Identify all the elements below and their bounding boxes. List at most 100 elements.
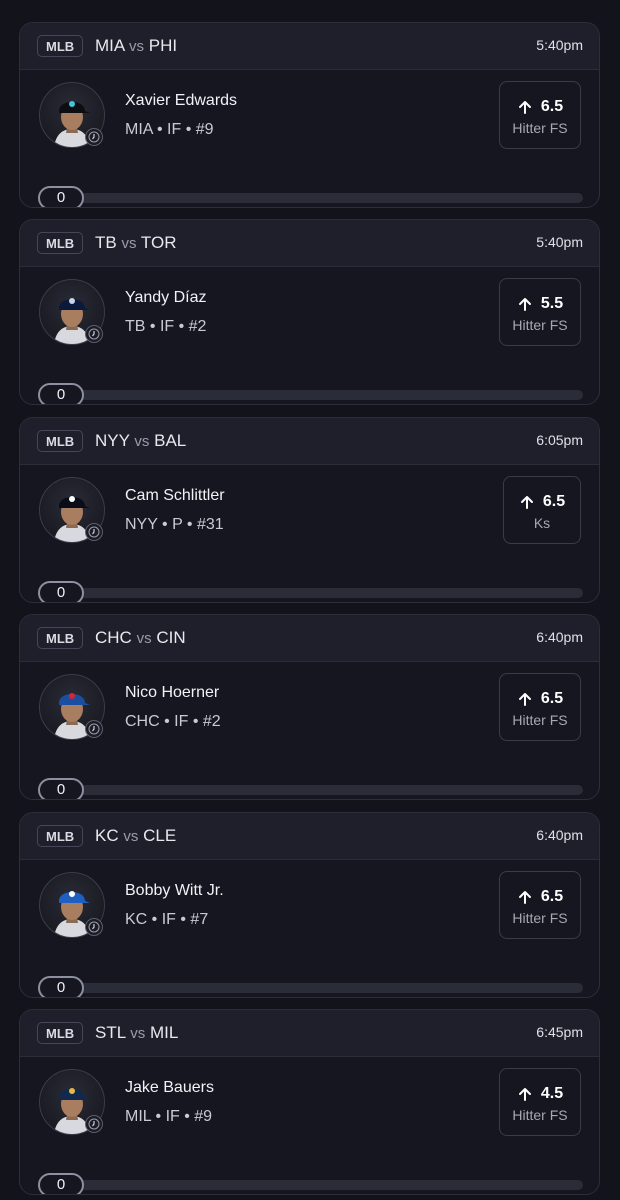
player-name: Yandy Díaz bbox=[125, 289, 207, 306]
clock-icon bbox=[85, 325, 103, 343]
progress-track bbox=[58, 785, 583, 795]
game-time: 5:40pm bbox=[536, 37, 583, 53]
projection-button[interactable]: 5.5 Hitter FS bbox=[499, 278, 581, 346]
projection-button[interactable]: 6.5 Ks bbox=[503, 476, 581, 544]
league-badge: MLB bbox=[37, 1022, 84, 1044]
arrow-up-icon bbox=[518, 101, 531, 114]
league-badge: MLB bbox=[37, 430, 84, 452]
game-card[interactable]: MLB MIA vs PHI 5:40pm Xavier Edwards MIA… bbox=[19, 22, 600, 208]
game-header: MLB NYY vs BAL 6:05pm bbox=[20, 418, 599, 465]
projection-button[interactable]: 6.5 Hitter FS bbox=[499, 673, 581, 741]
progress-row: 0 bbox=[38, 383, 583, 404]
progress-track bbox=[58, 390, 583, 400]
arrow-up-icon bbox=[518, 298, 531, 311]
away-team: MIA bbox=[95, 36, 125, 55]
projection-value: 6.5 bbox=[540, 888, 564, 905]
home-team: BAL bbox=[154, 431, 187, 450]
home-team: CLE bbox=[143, 826, 177, 845]
progress-count: 0 bbox=[38, 778, 84, 799]
clock-icon bbox=[85, 523, 103, 541]
home-team: CIN bbox=[156, 628, 186, 647]
clock-icon bbox=[85, 128, 103, 146]
matchup: CHC vs CIN bbox=[95, 628, 186, 649]
game-card[interactable]: MLB CHC vs CIN 6:40pm Nico Hoerner CHC •… bbox=[19, 614, 600, 800]
progress-count: 0 bbox=[38, 976, 84, 997]
projection-stat: Hitter FS bbox=[512, 120, 568, 136]
projection-button[interactable]: 6.5 Hitter FS bbox=[499, 81, 581, 149]
arrow-up-icon bbox=[518, 1088, 531, 1101]
progress-track bbox=[58, 193, 583, 203]
arrow-up-icon bbox=[518, 891, 531, 904]
game-card[interactable]: MLB KC vs CLE 6:40pm Bobby Witt Jr. KC •… bbox=[19, 812, 600, 998]
clock-icon bbox=[85, 1115, 103, 1133]
league-badge: MLB bbox=[37, 825, 84, 847]
progress-track bbox=[58, 983, 583, 993]
vs-label: vs bbox=[130, 1025, 146, 1042]
game-time: 5:40pm bbox=[536, 234, 583, 250]
matchup: MIA vs PHI bbox=[95, 36, 177, 57]
clock-icon bbox=[85, 720, 103, 738]
player-meta: MIA • IF • #9 bbox=[125, 121, 214, 138]
player-name: Jake Bauers bbox=[125, 1079, 214, 1096]
away-team: NYY bbox=[95, 431, 130, 450]
away-team: TB bbox=[95, 233, 117, 252]
player-meta: TB • IF • #2 bbox=[125, 318, 207, 335]
player-row: Nico Hoerner CHC • IF • #2 6.5 Hitter FS… bbox=[20, 661, 599, 799]
away-team: CHC bbox=[95, 628, 132, 647]
arrow-up-icon bbox=[518, 693, 531, 706]
game-header: MLB CHC vs CIN 6:40pm bbox=[20, 615, 599, 662]
progress-row: 0 bbox=[38, 976, 583, 997]
progress-row: 0 bbox=[38, 186, 583, 207]
matchup: KC vs CLE bbox=[95, 826, 176, 847]
league-badge: MLB bbox=[37, 35, 84, 57]
projection-value: 6.5 bbox=[540, 98, 564, 115]
progress-track bbox=[58, 1180, 583, 1190]
matchup: TB vs TOR bbox=[95, 233, 176, 254]
player-name: Xavier Edwards bbox=[125, 92, 238, 109]
player-meta: CHC • IF • #2 bbox=[125, 713, 221, 730]
player-row: Cam Schlittler NYY • P • #31 6.5 Ks 0 bbox=[20, 464, 599, 602]
vs-label: vs bbox=[134, 433, 150, 450]
matchup: STL vs MIL bbox=[95, 1023, 178, 1044]
home-team: MIL bbox=[150, 1023, 179, 1042]
projection-stat: Hitter FS bbox=[512, 1107, 568, 1123]
player-row: Xavier Edwards MIA • IF • #9 6.5 Hitter … bbox=[20, 69, 599, 207]
home-team: TOR bbox=[140, 233, 177, 252]
matchup: NYY vs BAL bbox=[95, 431, 186, 452]
projection-button[interactable]: 4.5 Hitter FS bbox=[499, 1068, 581, 1136]
game-card[interactable]: MLB STL vs MIL 6:45pm Jake Bauers MIL • … bbox=[19, 1009, 600, 1195]
game-header: MLB TB vs TOR 5:40pm bbox=[20, 220, 599, 267]
vs-label: vs bbox=[123, 828, 139, 845]
arrow-up-icon bbox=[520, 496, 533, 509]
projection-value: 6.5 bbox=[540, 690, 564, 707]
game-card[interactable]: MLB TB vs TOR 5:40pm Yandy Díaz TB • IF … bbox=[19, 219, 600, 405]
player-row: Jake Bauers MIL • IF • #9 4.5 Hitter FS … bbox=[20, 1056, 599, 1194]
league-badge: MLB bbox=[37, 232, 84, 254]
projection-value: 4.5 bbox=[540, 1085, 564, 1102]
game-time: 6:40pm bbox=[536, 629, 583, 645]
projection-button[interactable]: 6.5 Hitter FS bbox=[499, 871, 581, 939]
game-time: 6:05pm bbox=[536, 432, 583, 448]
progress-track bbox=[58, 588, 583, 598]
progress-row: 0 bbox=[38, 581, 583, 602]
home-team: PHI bbox=[148, 36, 178, 55]
game-card[interactable]: MLB NYY vs BAL 6:05pm Cam Schlittler NYY… bbox=[19, 417, 600, 603]
vs-label: vs bbox=[136, 630, 152, 647]
player-name: Nico Hoerner bbox=[125, 684, 220, 701]
progress-count: 0 bbox=[38, 581, 84, 602]
player-row: Yandy Díaz TB • IF • #2 5.5 Hitter FS 0 bbox=[20, 266, 599, 404]
vs-label: vs bbox=[121, 235, 137, 252]
progress-row: 0 bbox=[38, 778, 583, 799]
projection-stat: Hitter FS bbox=[512, 317, 568, 333]
progress-row: 0 bbox=[38, 1173, 583, 1194]
projection-stat: Hitter FS bbox=[512, 910, 568, 926]
projection-stat: Hitter FS bbox=[512, 712, 568, 728]
game-time: 6:45pm bbox=[536, 1024, 583, 1040]
player-name: Bobby Witt Jr. bbox=[125, 882, 224, 899]
game-header: MLB STL vs MIL 6:45pm bbox=[20, 1010, 599, 1057]
player-name: Cam Schlittler bbox=[125, 487, 225, 504]
game-header: MLB MIA vs PHI 5:40pm bbox=[20, 23, 599, 70]
player-meta: MIL • IF • #9 bbox=[125, 1108, 213, 1125]
clock-icon bbox=[85, 918, 103, 936]
player-meta: KC • IF • #7 bbox=[125, 911, 209, 928]
